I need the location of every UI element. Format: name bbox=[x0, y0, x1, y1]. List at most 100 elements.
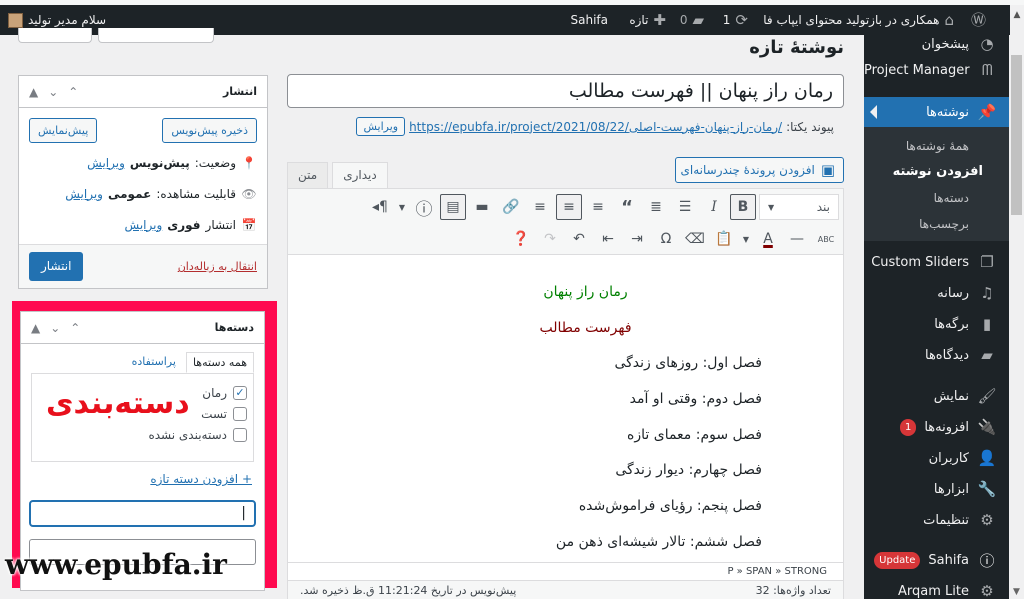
clear-formatting-button[interactable]: ⌫ bbox=[682, 226, 708, 252]
visibility-value: عمومی bbox=[107, 186, 152, 201]
category-checkbox[interactable] bbox=[233, 427, 247, 442]
permalink-url[interactable]: https://epubfa.ir/project/2021/08/22/رما… bbox=[409, 120, 782, 134]
gear-icon: ⚙ bbox=[980, 582, 994, 599]
category-checklist: ✓ رمان تست دسته‌بندی نشده دسته‌بندی bbox=[31, 373, 254, 462]
info-icon[interactable]: ⓘ bbox=[411, 194, 437, 220]
publish-button[interactable]: انتشار bbox=[29, 252, 84, 281]
new-content-link[interactable]: ✚ تازه bbox=[629, 5, 666, 35]
permalink-edit-button[interactable]: ویرایش bbox=[356, 117, 406, 136]
paragraph-direction-button[interactable]: ¶◂ bbox=[367, 194, 393, 220]
content-chapter: فصل اول: روزهای زندگی bbox=[614, 355, 762, 372]
screen-options-tab[interactable] bbox=[98, 28, 214, 43]
category-checkbox-checked[interactable]: ✓ bbox=[233, 385, 247, 400]
align-center-button[interactable]: ≡ bbox=[556, 194, 582, 220]
format-select[interactable]: بند ▼ bbox=[759, 194, 839, 220]
pages-icon: ▮ bbox=[982, 315, 992, 333]
sidebar-item-arqam-lite[interactable]: ⚙ Arqam Lite bbox=[864, 576, 1009, 599]
numbered-list-button[interactable]: ≣ bbox=[643, 194, 669, 220]
direction-dropdown[interactable]: ▼ bbox=[396, 194, 408, 220]
read-more-button[interactable]: ▬ bbox=[469, 194, 495, 220]
sidebar-item-custom-sliders[interactable]: ❐ Custom Sliders bbox=[864, 247, 1009, 277]
tab-text[interactable]: متن bbox=[287, 162, 329, 189]
indent-button[interactable]: ⇥ bbox=[624, 226, 650, 252]
chevron-up-icon[interactable]: ⌃ bbox=[70, 321, 80, 335]
bullet-list-button[interactable]: ☰ bbox=[672, 194, 698, 220]
submenu-all-posts[interactable]: همهٔ نوشته‌ها bbox=[864, 133, 1009, 159]
bold-button[interactable]: B bbox=[730, 194, 756, 220]
text-color-button[interactable]: A bbox=[755, 226, 781, 252]
horizontal-line-button[interactable]: — bbox=[784, 226, 810, 252]
comments-link[interactable]: ▰ 0 bbox=[680, 5, 704, 35]
sidebar-item-media[interactable]: ♫ رسانه bbox=[864, 278, 1009, 308]
help-icon[interactable]: ❓ bbox=[508, 226, 534, 252]
move-to-trash-link[interactable]: انتقال به زباله‌دان bbox=[178, 260, 257, 273]
edit-visibility-link[interactable]: ویرایش bbox=[65, 187, 103, 201]
paste-as-text-button[interactable]: 📋 bbox=[711, 226, 737, 252]
sidebar-item-dashboard[interactable]: ◔ پیشخوان bbox=[864, 33, 1009, 55]
calendar-icon: 📅 bbox=[241, 217, 257, 232]
editor-content[interactable]: رمان راز پنهان فهرست مطالب فصل اول: روزه… bbox=[288, 255, 843, 560]
sidebar-item-plugins[interactable]: 🔌 افزونه‌ها 1 bbox=[864, 412, 1009, 442]
chevron-down-icon[interactable]: ⌄ bbox=[50, 321, 60, 335]
link-button[interactable]: 🔗 bbox=[498, 194, 524, 220]
scrollbar-thumb[interactable] bbox=[1011, 55, 1022, 215]
undo-button[interactable]: ↶ bbox=[566, 226, 592, 252]
editor-tabs: متن دیداری bbox=[287, 162, 388, 189]
sidebar-item-sahifa[interactable]: ⓘ Sahifa Update bbox=[864, 545, 1009, 575]
scroll-down-arrow[interactable]: ▼ bbox=[1009, 587, 1024, 597]
sidebar-item-project-manager[interactable]: ᗰ Project Manager bbox=[864, 55, 1009, 85]
users-icon: 👤 bbox=[977, 449, 997, 467]
tab-most-used[interactable]: پراستفاده bbox=[126, 352, 182, 373]
chevron-down-icon[interactable]: ⌄ bbox=[48, 85, 58, 99]
blockquote-button[interactable]: “ bbox=[614, 194, 640, 220]
new-category-input[interactable]: | bbox=[29, 500, 256, 527]
submenu-tags[interactable]: برچسب‌ها bbox=[864, 211, 1009, 237]
text-color-dropdown[interactable]: ▼ bbox=[740, 226, 752, 252]
info-icon: ⓘ bbox=[979, 551, 995, 570]
comments-icon: ▰ bbox=[981, 346, 993, 364]
sidebar-item-comments[interactable]: ▰ دیدگاه‌ها bbox=[864, 340, 1009, 370]
submenu-categories[interactable]: دسته‌ها bbox=[864, 185, 1009, 211]
sidebar-item-settings[interactable]: ⚙ تنظیمات bbox=[864, 505, 1009, 535]
outdent-button[interactable]: ⇤ bbox=[595, 226, 621, 252]
italic-button[interactable]: I bbox=[701, 194, 727, 220]
category-checkbox[interactable] bbox=[233, 406, 247, 421]
help-tab[interactable] bbox=[18, 28, 92, 43]
align-left-button[interactable]: ≡ bbox=[585, 194, 611, 220]
special-character-button[interactable]: Ω bbox=[653, 226, 679, 252]
sidebar-item-posts[interactable]: 📌 نوشته‌ها bbox=[864, 97, 1009, 127]
sidebar-item-appearance[interactable]: 🖌 نمایش bbox=[864, 381, 1009, 411]
submenu-add-post[interactable]: افزودن نوشته bbox=[864, 159, 1009, 185]
tab-visual[interactable]: دیداری bbox=[332, 162, 388, 189]
editor-toolbar: بند ▼ B I ☰ ≣ “ ≡ ≡ ≡ 🔗 ▬ ▤ ⓘ ▼ ¶◂ ABC — … bbox=[288, 189, 843, 255]
pin-icon: 📌 bbox=[977, 103, 997, 121]
move-down-arrow-icon[interactable]: ▲ bbox=[31, 321, 40, 335]
updates-count: 1 bbox=[722, 13, 731, 27]
wordpress-icon: Ⓦ bbox=[970, 11, 986, 29]
edit-schedule-link[interactable]: ویرایش bbox=[125, 218, 163, 232]
site-name-link[interactable]: ⌂ همکاری در بازتولید محتوای ایپاب فا bbox=[763, 5, 954, 35]
add-media-button[interactable]: ▣ افزودن پروندهٔ چندرسانه‌ای bbox=[675, 157, 844, 183]
sidebar-item-pages[interactable]: ▮ برگه‌ها bbox=[864, 309, 1009, 339]
add-new-category-link[interactable]: + افزودن دسته تازه bbox=[150, 472, 252, 486]
sidebar-item-tools[interactable]: 🔧 ابزارها bbox=[864, 474, 1009, 504]
chevron-up-icon[interactable]: ⌃ bbox=[68, 85, 78, 99]
page-scrollbar[interactable]: ▼ bbox=[1009, 35, 1024, 599]
sidebar-item-users[interactable]: 👤 کاربران bbox=[864, 443, 1009, 473]
toolbar-toggle-button[interactable]: ▤ bbox=[440, 194, 466, 220]
updates-link[interactable]: ⟳ 1 bbox=[723, 5, 748, 35]
theme-link[interactable]: Sahifa bbox=[571, 5, 609, 35]
wp-logo[interactable]: Ⓦ bbox=[971, 5, 986, 35]
tab-all-categories[interactable]: همه دسته‌ها bbox=[185, 352, 254, 373]
category-item[interactable]: دسته‌بندی نشده bbox=[38, 424, 247, 445]
scroll-up-arrow[interactable]: ▲ bbox=[1010, 5, 1024, 35]
post-title-input[interactable]: رمان راز پنهان || فهرست مطالب bbox=[287, 74, 844, 108]
strikethrough-button[interactable]: ABC bbox=[813, 226, 839, 252]
move-down-arrow-icon[interactable]: ▲ bbox=[29, 85, 38, 99]
edit-status-link[interactable]: ویرایش bbox=[87, 156, 125, 170]
redo-button[interactable]: ↷ bbox=[537, 226, 563, 252]
save-draft-button[interactable]: ذخیره پیش‌نویس bbox=[162, 118, 257, 143]
align-right-button[interactable]: ≡ bbox=[527, 194, 553, 220]
preview-button[interactable]: پیش‌نمایش bbox=[29, 118, 98, 143]
content-title-line: رمان راز پنهان bbox=[543, 284, 628, 300]
